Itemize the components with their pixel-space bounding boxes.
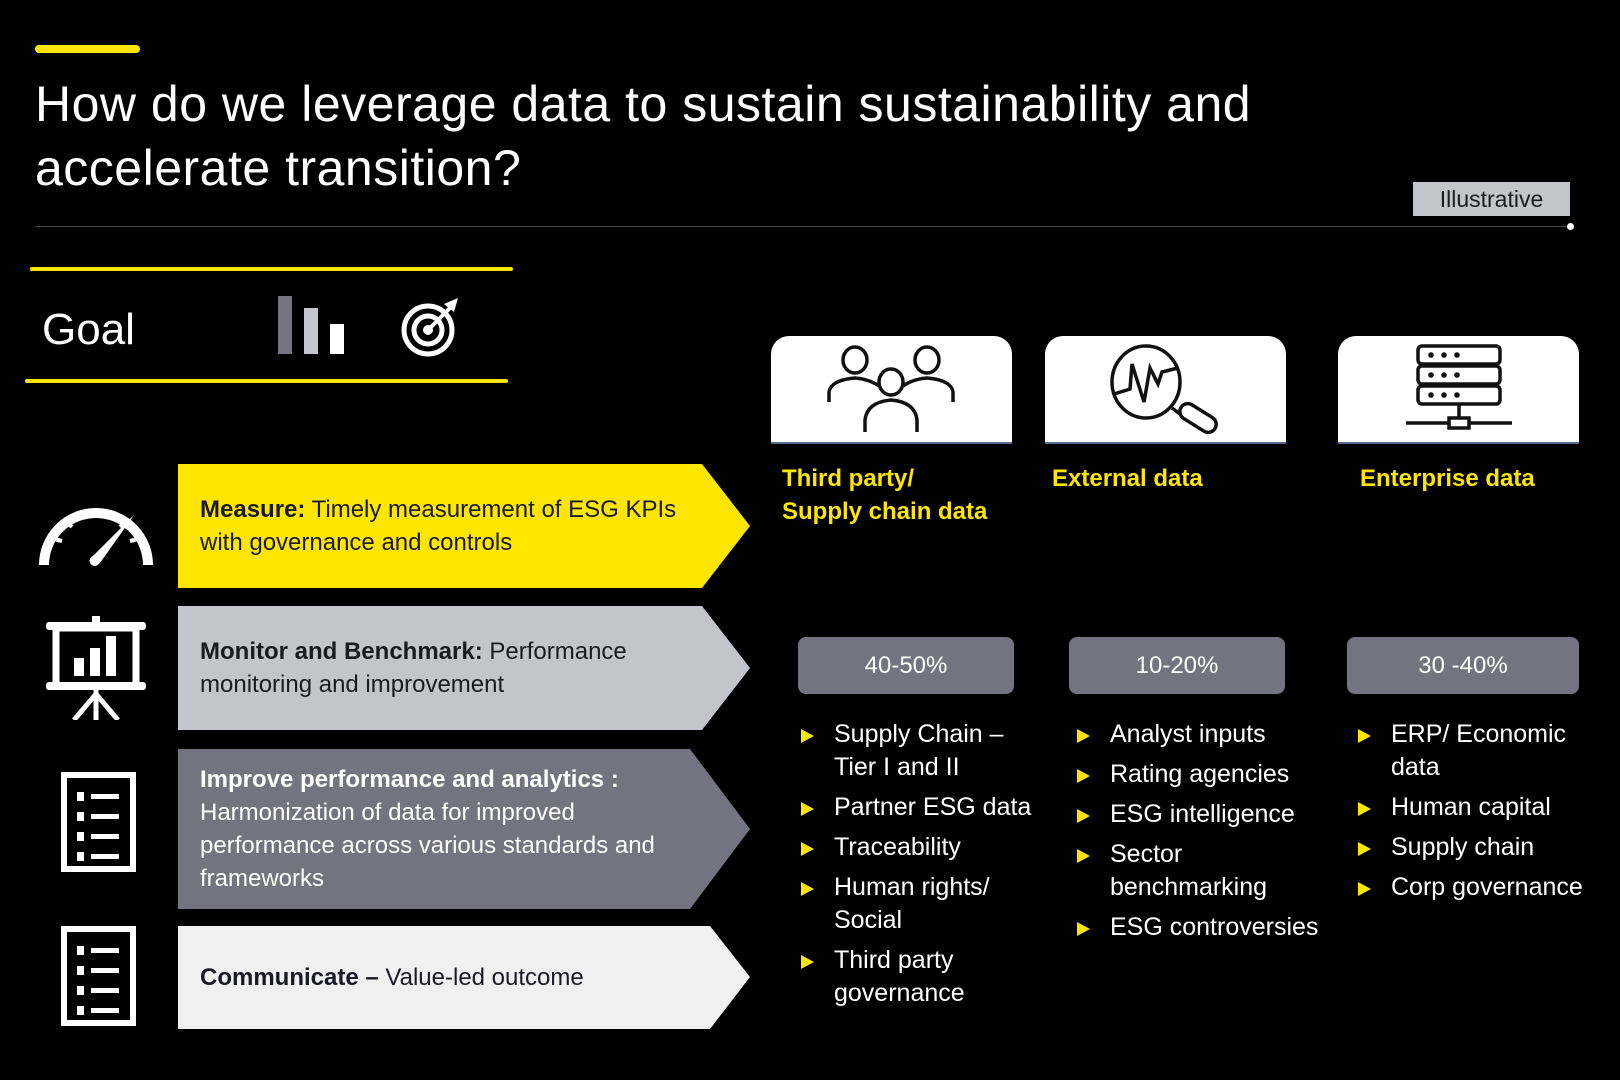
- source-list-third-party: Supply Chain – Tier I and II Partner ESG …: [801, 718, 1051, 1017]
- stage-improve-description: Harmonization of data for improved perfo…: [200, 799, 655, 892]
- list-item: Corp governance: [1358, 871, 1598, 904]
- target-icon: [401, 298, 458, 357]
- stage-improve-text: Improve performance and analytics : Harm…: [200, 749, 700, 909]
- source-card-enterprise: [1338, 336, 1579, 444]
- bullet-triangle-icon: [1077, 922, 1090, 936]
- list-item: Supply chain: [1358, 831, 1598, 864]
- list-item-text: ERP/ Economic data: [1391, 720, 1567, 781]
- source-list-external: Analyst inputs Rating agencies ESG intelli…: [1077, 718, 1327, 951]
- people-group-icon: [826, 345, 955, 432]
- presentation-chart-icon: [46, 616, 146, 720]
- source-title-third-party-line-2: Supply chain data: [782, 498, 988, 525]
- list-item-text: Supply Chain – Tier I and II: [834, 720, 1004, 781]
- share-badge-third-party: 40-50%: [798, 637, 1014, 694]
- source-title-external: External data: [1052, 465, 1203, 492]
- list-item-text: Rating agencies: [1110, 760, 1290, 788]
- list-item-text: Human capital: [1391, 793, 1551, 821]
- header-divider-dot: [1567, 223, 1574, 230]
- source-title-enterprise: Enterprise data: [1360, 465, 1535, 492]
- list-item-text: Corp governance: [1391, 873, 1583, 901]
- magnifier-chart-icon: [1109, 344, 1218, 434]
- source-card-external: [1045, 336, 1286, 444]
- page-title: How do we leverage data to sustain susta…: [35, 72, 1485, 200]
- bullet-triangle-icon: [1077, 729, 1090, 743]
- illustrative-badge: Illustrative: [1413, 182, 1570, 216]
- stage-measure-title: Measure:: [200, 496, 306, 523]
- list-item-text: ESG controversies: [1110, 913, 1319, 941]
- list-item: Sector benchmarking: [1077, 838, 1327, 904]
- list-item-text: Partner ESG data: [834, 793, 1032, 821]
- share-badge-external: 10-20%: [1069, 637, 1285, 694]
- bullet-triangle-icon: [1358, 729, 1371, 743]
- list-item-text: Third party governance: [834, 946, 965, 1007]
- title-accent-bar: [35, 45, 140, 53]
- checklist-icon: [61, 926, 136, 1026]
- list-item: Third party governance: [801, 944, 1051, 1010]
- source-list-enterprise: ERP/ Economic data Human capital Supply ch…: [1358, 718, 1598, 911]
- list-item-text: Supply chain: [1391, 833, 1535, 861]
- list-item: Rating agencies: [1077, 758, 1327, 791]
- stage-improve-title: Improve performance and analytics :: [200, 766, 619, 793]
- source-title-third-party: Third party/ Supply chain data: [782, 462, 987, 528]
- bar-chart-icon: [278, 296, 344, 354]
- list-item: ESG controversies: [1077, 911, 1327, 944]
- list-item-text: Sector benchmarking: [1110, 840, 1268, 901]
- stage-monitor-text: Monitor and Benchmark: Performance monit…: [200, 606, 700, 730]
- goal-top-rule: [30, 267, 513, 271]
- list-item: ERP/ Economic data: [1358, 718, 1598, 784]
- stage-measure-text: Measure: Timely measurement of ESG KPIs …: [200, 464, 700, 588]
- stage-communicate-text: Communicate – Value-led outcome: [200, 926, 700, 1029]
- checklist-icon: [61, 772, 136, 872]
- bullet-triangle-icon: [1077, 769, 1090, 783]
- goal-label: Goal: [42, 305, 135, 354]
- bullet-triangle-icon: [1358, 842, 1371, 856]
- bullet-triangle-icon: [1358, 802, 1371, 816]
- speedometer-icon: [39, 508, 153, 566]
- share-badge-enterprise: 30 -40%: [1347, 637, 1579, 694]
- stage-communicate-description: Value-led outcome: [378, 964, 584, 991]
- bullet-triangle-icon: [1077, 809, 1090, 823]
- bullet-triangle-icon: [1077, 849, 1090, 863]
- bullet-triangle-icon: [801, 882, 814, 896]
- list-item: Partner ESG data: [801, 791, 1051, 824]
- list-item-text: Analyst inputs: [1110, 720, 1266, 748]
- list-item: Human capital: [1358, 791, 1598, 824]
- page-title-line-2: accelerate transition?: [35, 140, 522, 196]
- list-item-text: Human rights/ Social: [834, 873, 990, 934]
- page-title-line-1: How do we leverage data to sustain susta…: [35, 76, 1252, 132]
- server-network-icon: [1405, 344, 1512, 430]
- bullet-triangle-icon: [801, 729, 814, 743]
- list-item-text: Traceability: [834, 833, 961, 861]
- list-item: Human rights/ Social: [801, 871, 1051, 937]
- stage-monitor-title: Monitor and Benchmark:: [200, 638, 483, 665]
- source-card-third-party: [771, 336, 1012, 444]
- bullet-triangle-icon: [801, 955, 814, 969]
- bullet-triangle-icon: [1358, 882, 1371, 896]
- list-item: Supply Chain – Tier I and II: [801, 718, 1051, 784]
- list-item: Traceability: [801, 831, 1051, 864]
- source-title-third-party-line-1: Third party/: [782, 465, 915, 492]
- header-divider: [35, 226, 1570, 227]
- bullet-triangle-icon: [801, 802, 814, 816]
- goal-bottom-rule: [25, 379, 508, 383]
- list-item-text: ESG intelligence: [1110, 800, 1295, 828]
- list-item: Analyst inputs: [1077, 718, 1327, 751]
- bullet-triangle-icon: [801, 842, 814, 856]
- list-item: ESG intelligence: [1077, 798, 1327, 831]
- stage-communicate-title: Communicate –: [200, 964, 379, 991]
